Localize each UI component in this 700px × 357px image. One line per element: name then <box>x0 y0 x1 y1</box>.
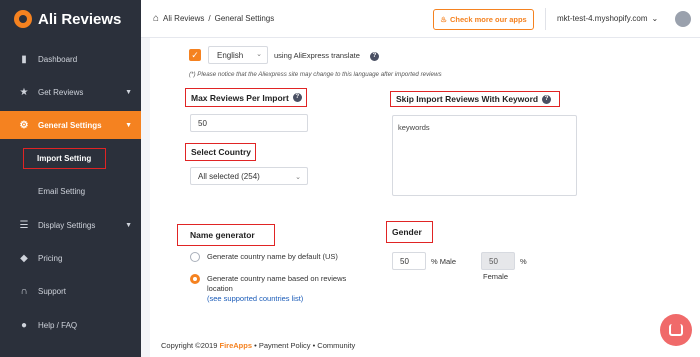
name-default-label: Generate country name by default (US) <box>207 252 338 261</box>
female-label: Female <box>483 272 509 281</box>
keywords-placeholder: keywords <box>398 123 430 132</box>
sliders-icon: ☰ <box>19 219 29 231</box>
sidebar-item-display-settings[interactable]: ☰ Display Settings ▼ <box>0 211 141 239</box>
sidebar-item-label: Pricing <box>38 253 63 263</box>
app-logo[interactable]: Ali Reviews <box>0 0 141 38</box>
male-percent-label: % Male <box>431 257 457 266</box>
translate-notice: (*) Please notice that the Aliexpress si… <box>189 71 442 78</box>
country-select[interactable]: All selected (254) ⌄ <box>190 167 308 185</box>
sidebar-item-dashboard[interactable]: ▮ Dashboard <box>0 45 141 73</box>
sidebar-item-label: Help / FAQ <box>38 320 78 330</box>
headset-icon: ∩ <box>20 285 28 297</box>
page-footer: Copyright ©2019 FireApps • Payment Polic… <box>161 341 355 350</box>
caret-down-icon: ▼ <box>125 121 132 129</box>
translate-checkbox[interactable]: ✓ <box>189 49 201 61</box>
max-reviews-text: Max Reviews Per Import <box>191 92 289 103</box>
app-name: Ali Reviews <box>38 10 122 28</box>
sidebar-item-label: Support <box>38 286 67 296</box>
male-percent-value: 50 <box>400 256 409 266</box>
chevron-down-icon: ⌄ <box>651 14 659 23</box>
copyright-text: Copyright ©2019 <box>161 341 218 350</box>
female-percent-input: 50 <box>481 252 515 270</box>
help-icon[interactable]: ? <box>370 52 379 61</box>
sidebar-item-general-settings[interactable]: ⚙ General Settings ▼ <box>0 111 141 139</box>
sidebar-subitem-email-setting[interactable]: Email Setting <box>0 180 141 202</box>
sidebar-subitem-import-setting[interactable]: Import Setting <box>0 147 141 169</box>
sidebar-item-support[interactable]: ∩ Support <box>0 277 141 305</box>
breadcrumb-home[interactable]: Ali Reviews <box>163 14 204 23</box>
check-apps-button[interactable]: ♨ Check more our apps <box>433 9 534 30</box>
breadcrumb-current: General Settings <box>214 14 275 23</box>
select-country-text: Select Country <box>191 147 251 157</box>
help-icon[interactable]: ? <box>292 93 302 102</box>
name-generator-text: Name generator <box>190 230 255 240</box>
breadcrumb: ⌂ Ali Reviews / General Settings <box>153 13 274 24</box>
gear-icon: ⚙ <box>19 119 29 131</box>
avatar[interactable] <box>675 11 691 27</box>
breadcrumb-separator: / <box>208 14 211 23</box>
male-percent-input[interactable]: 50 <box>392 252 426 270</box>
max-reviews-label: Max Reviews Per Import ? <box>185 88 307 107</box>
select-country-label: Select Country <box>185 143 256 161</box>
skip-keyword-label: Skip Import Reviews With Keyword ? <box>390 91 560 107</box>
caret-down-icon: ▼ <box>125 88 132 96</box>
header-divider <box>545 8 546 30</box>
country-value: All selected (254) <box>198 171 260 181</box>
sidebar-item-help-faq[interactable]: ● Help / FAQ <box>0 311 141 339</box>
translate-label: using AliExpress translate <box>274 51 360 60</box>
gender-label: Gender <box>386 221 433 243</box>
name-location-radio[interactable] <box>190 274 200 284</box>
help-circle-icon: ● <box>20 319 28 331</box>
chevron-down-icon: ⌄ <box>295 174 301 181</box>
supported-countries-link[interactable]: (see supported countries list) <box>207 294 303 303</box>
sidebar-subitem-label: Email Setting <box>38 186 86 196</box>
sidebar-item-label: General Settings <box>38 120 102 130</box>
help-icon[interactable]: ? <box>542 94 552 104</box>
sidebar-item-label: Dashboard <box>38 54 78 64</box>
fireapps-link[interactable]: FireApps <box>220 341 253 350</box>
language-select[interactable]: English ⌄ <box>208 46 268 64</box>
sidebar-item-label: Display Settings <box>38 220 96 230</box>
female-percent-value: 50 <box>489 256 498 266</box>
star-icon: ★ <box>19 86 29 98</box>
bar-chart-icon: ▮ <box>21 53 27 65</box>
store-dropdown[interactable]: mkt-test-4.myshopify.com ⌄ <box>557 14 658 23</box>
home-icon[interactable]: ⌂ <box>153 13 159 24</box>
top-header: ⌂ Ali Reviews / General Settings ♨ Check… <box>141 0 700 38</box>
sidebar-item-get-reviews[interactable]: ★ Get Reviews ▼ <box>0 78 141 106</box>
settings-card <box>150 38 700 357</box>
gender-text: Gender <box>392 227 422 237</box>
sidebar: Ali Reviews ▮ Dashboard ★ Get Reviews ▼ … <box>0 0 141 357</box>
check-apps-label: Check more our apps <box>450 15 527 24</box>
sidebar-item-label: Get Reviews <box>38 87 84 97</box>
chevron-down-icon: ⌄ <box>256 51 262 58</box>
logo-icon <box>14 10 32 28</box>
chat-icon <box>669 324 683 336</box>
name-default-radio[interactable] <box>190 252 200 262</box>
max-reviews-value: 50 <box>198 118 207 128</box>
fire-icon: ♨ <box>440 15 448 24</box>
name-location-label: Generate country name based on reviews l… <box>207 274 347 293</box>
sidebar-subitem-label: Import Setting <box>23 147 107 169</box>
caret-down-icon: ▼ <box>125 221 132 229</box>
name-generator-label: Name generator <box>177 224 275 246</box>
tag-icon: ◆ <box>20 252 28 264</box>
footer-links[interactable]: • Payment Policy • Community <box>254 341 355 350</box>
female-percent-sign: % <box>520 257 527 266</box>
store-name: mkt-test-4.myshopify.com <box>557 14 648 23</box>
skip-keyword-text: Skip Import Reviews With Keyword <box>396 94 539 104</box>
language-value: English <box>217 51 244 60</box>
sidebar-item-pricing[interactable]: ◆ Pricing <box>0 244 141 272</box>
keywords-textarea[interactable]: keywords <box>392 115 577 196</box>
max-reviews-input[interactable]: 50 <box>190 114 308 132</box>
chat-button[interactable] <box>660 314 692 346</box>
